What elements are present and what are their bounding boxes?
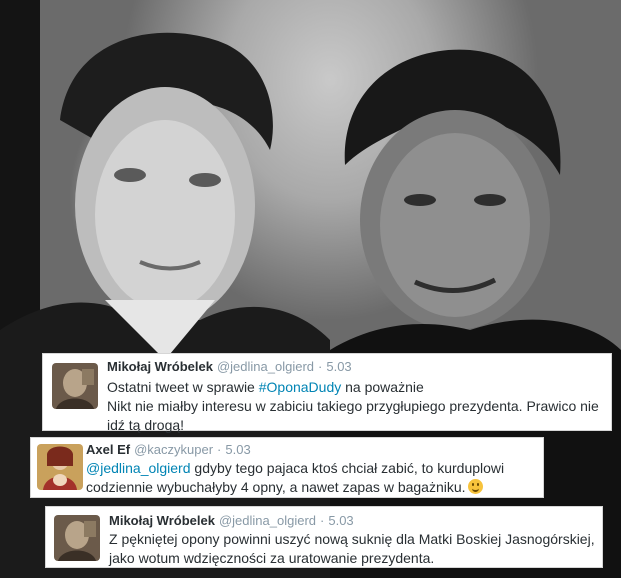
avatar[interactable] — [54, 515, 100, 561]
tweet-card[interactable]: Axel Ef @kaczykuper · 5.03 @jedlina_olgierd… — [30, 437, 544, 498]
author-name[interactable]: Axel Ef — [86, 442, 130, 457]
tweet-date[interactable]: 5.03 — [225, 442, 250, 457]
mention-link[interactable]: @jedlina_olgierd — [86, 460, 191, 476]
tweet-header: Axel Ef @kaczykuper · 5.03 — [86, 442, 251, 457]
author-name[interactable]: Mikołaj Wróbelek — [109, 513, 215, 528]
tweet-date[interactable]: 5.03 — [326, 359, 351, 374]
separator: · — [318, 359, 323, 374]
author-handle[interactable]: @jedlina_olgierd — [217, 359, 314, 374]
tweet-text: Ostatni tweet w sprawie #OponaDudy na po… — [107, 378, 607, 435]
avatar[interactable] — [37, 444, 83, 490]
tweet-header: Mikołaj Wróbelek @jedlina_olgierd · 5.03 — [107, 359, 352, 374]
tweet-date[interactable]: 5.03 — [328, 513, 353, 528]
avatar-icon — [37, 444, 83, 490]
hashtag-link[interactable]: #OponaDudy — [259, 379, 342, 395]
tweet-line: Ostatni tweet w sprawie #OponaDudy na po… — [107, 378, 607, 397]
separator: · — [320, 513, 325, 528]
smiley-icon — [467, 479, 483, 494]
avatar-icon — [52, 363, 98, 409]
tweet-text: @jedlina_olgierd gdyby tego pajaca ktoś … — [86, 459, 541, 497]
text-segment: na poważnie — [341, 379, 424, 395]
author-handle[interactable]: @jedlina_olgierd — [219, 513, 316, 528]
text-segment: Ostatni tweet w sprawie — [107, 379, 259, 395]
tweet-text: Z pękniętej opony powinni uszyć nową suk… — [109, 530, 599, 568]
tweet-line: Z pękniętej opony powinni uszyć nową suk… — [109, 531, 595, 547]
tweet-line: jako wotum wdzięczności za uratowanie pr… — [109, 550, 435, 566]
tweet-card[interactable]: Mikołaj Wróbelek @jedlina_olgierd · 5.03 Z … — [45, 506, 603, 568]
author-handle[interactable]: @kaczykuper — [134, 442, 213, 457]
separator: · — [217, 442, 222, 457]
tweet-line: Nikt nie miałby interesu w zabiciu takie… — [107, 398, 599, 433]
tweet-header: Mikołaj Wróbelek @jedlina_olgierd · 5.03 — [109, 513, 354, 528]
avatar[interactable] — [52, 363, 98, 409]
avatar-icon — [54, 515, 100, 561]
tweet-card[interactable]: Mikołaj Wróbelek @jedlina_olgierd · 5.03 Os… — [42, 353, 612, 433]
author-name[interactable]: Mikołaj Wróbelek — [107, 359, 213, 374]
